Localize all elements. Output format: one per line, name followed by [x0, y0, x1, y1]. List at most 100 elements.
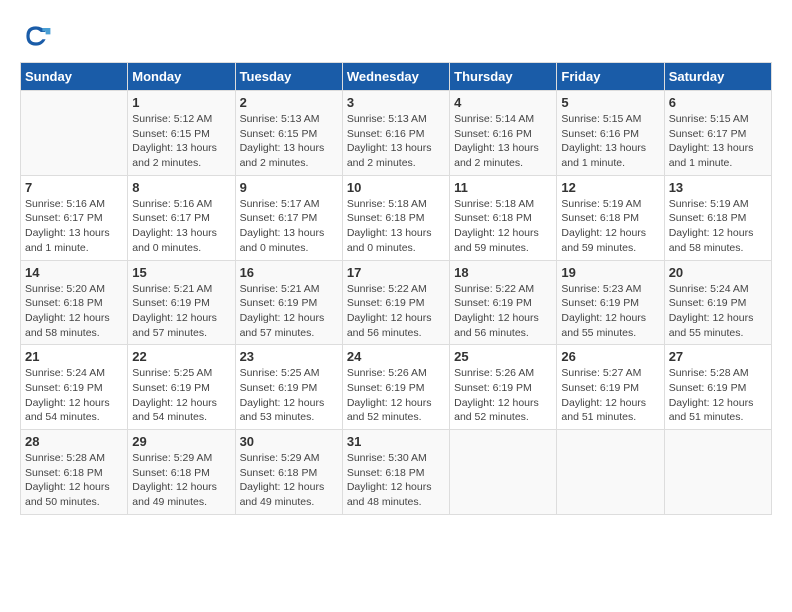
calendar-cell: 8 Sunrise: 5:16 AM Sunset: 6:17 PM Daylig…: [128, 175, 235, 260]
calendar-cell: 16Sunrise: 5:21 AM Sunset: 6:19 PM Dayli…: [235, 260, 342, 345]
day-info: Sunrise: 5:15 AM Sunset: 6:17 PM Dayligh…: [669, 112, 767, 171]
logo-icon: [20, 20, 52, 52]
calendar-cell: [664, 430, 771, 515]
day-number: 2: [240, 95, 338, 110]
day-number: 13: [669, 180, 767, 195]
day-number: 22: [132, 349, 230, 364]
day-number: 27: [669, 349, 767, 364]
day-number: 9: [240, 180, 338, 195]
day-info: Sunrise: 5:16 AM Sunset: 6:17 PM Dayligh…: [25, 197, 123, 256]
day-info: Sunrise: 5:30 AM Sunset: 6:18 PM Dayligh…: [347, 451, 445, 510]
day-number: 5: [561, 95, 659, 110]
calendar-cell: 23 Sunrise: 5:25 AM Sunset: 6:19 PM Dayli…: [235, 345, 342, 430]
calendar-cell: 27 Sunrise: 5:28 AM Sunset: 6:19 PM Dayli…: [664, 345, 771, 430]
day-info: Sunrise: 5:17 AM Sunset: 6:17 PM Dayligh…: [240, 197, 338, 256]
weekday-header: Wednesday: [342, 63, 449, 91]
day-info: Sunrise: 5:21 AM Sunset: 6:19 PM Dayligh…: [240, 282, 338, 341]
weekday-header: Thursday: [450, 63, 557, 91]
calendar-cell: 20 Sunrise: 5:24 AM Sunset: 6:19 PM Dayli…: [664, 260, 771, 345]
day-info: Sunrise: 5:21 AM Sunset: 6:19 PM Dayligh…: [132, 282, 230, 341]
day-number: 10: [347, 180, 445, 195]
day-number: 21: [25, 349, 123, 364]
weekday-header: Tuesday: [235, 63, 342, 91]
day-info: Sunrise: 5:23 AM Sunset: 6:19 PM Dayligh…: [561, 282, 659, 341]
weekday-row: SundayMondayTuesdayWednesdayThursdayFrid…: [21, 63, 772, 91]
day-info: Sunrise: 5:24 AM Sunset: 6:19 PM Dayligh…: [669, 282, 767, 341]
calendar-cell: 1 Sunrise: 5:12 AM Sunset: 6:15 PM Daylig…: [128, 91, 235, 176]
day-info: Sunrise: 5:13 AM Sunset: 6:16 PM Dayligh…: [347, 112, 445, 171]
day-info: Sunrise: 5:29 AM Sunset: 6:18 PM Dayligh…: [132, 451, 230, 510]
day-number: 19: [561, 265, 659, 280]
day-info: Sunrise: 5:18 AM Sunset: 6:18 PM Dayligh…: [347, 197, 445, 256]
day-info: Sunrise: 5:26 AM Sunset: 6:19 PM Dayligh…: [347, 366, 445, 425]
day-info: Sunrise: 5:19 AM Sunset: 6:18 PM Dayligh…: [561, 197, 659, 256]
calendar-week: 21Sunrise: 5:24 AM Sunset: 6:19 PM Dayli…: [21, 345, 772, 430]
day-info: Sunrise: 5:28 AM Sunset: 6:19 PM Dayligh…: [669, 366, 767, 425]
day-number: 31: [347, 434, 445, 449]
day-number: 29: [132, 434, 230, 449]
calendar-body: 1 Sunrise: 5:12 AM Sunset: 6:15 PM Daylig…: [21, 91, 772, 515]
day-info: Sunrise: 5:28 AM Sunset: 6:18 PM Dayligh…: [25, 451, 123, 510]
calendar-cell: 7Sunrise: 5:16 AM Sunset: 6:17 PM Daylig…: [21, 175, 128, 260]
calendar-cell: 5Sunrise: 5:15 AM Sunset: 6:16 PM Daylig…: [557, 91, 664, 176]
weekday-header: Monday: [128, 63, 235, 91]
day-info: Sunrise: 5:22 AM Sunset: 6:19 PM Dayligh…: [347, 282, 445, 341]
calendar-cell: [450, 430, 557, 515]
day-info: Sunrise: 5:25 AM Sunset: 6:19 PM Dayligh…: [240, 366, 338, 425]
calendar-cell: 13 Sunrise: 5:19 AM Sunset: 6:18 PM Dayli…: [664, 175, 771, 260]
day-info: Sunrise: 5:13 AM Sunset: 6:15 PM Dayligh…: [240, 112, 338, 171]
calendar-cell: 12 Sunrise: 5:19 AM Sunset: 6:18 PM Dayli…: [557, 175, 664, 260]
day-number: 25: [454, 349, 552, 364]
calendar-cell: 26 Sunrise: 5:27 AM Sunset: 6:19 PM Dayli…: [557, 345, 664, 430]
day-info: Sunrise: 5:27 AM Sunset: 6:19 PM Dayligh…: [561, 366, 659, 425]
calendar-cell: 10 Sunrise: 5:18 AM Sunset: 6:18 PM Dayli…: [342, 175, 449, 260]
calendar-cell: 2 Sunrise: 5:13 AM Sunset: 6:15 PM Daylig…: [235, 91, 342, 176]
logo: [20, 20, 56, 52]
day-number: 8: [132, 180, 230, 195]
weekday-header: Sunday: [21, 63, 128, 91]
calendar-header: SundayMondayTuesdayWednesdayThursdayFrid…: [21, 63, 772, 91]
day-info: Sunrise: 5:16 AM Sunset: 6:17 PM Dayligh…: [132, 197, 230, 256]
day-number: 1: [132, 95, 230, 110]
calendar-cell: 9 Sunrise: 5:17 AM Sunset: 6:17 PM Daylig…: [235, 175, 342, 260]
day-info: Sunrise: 5:18 AM Sunset: 6:18 PM Dayligh…: [454, 197, 552, 256]
calendar-cell: [557, 430, 664, 515]
day-number: 30: [240, 434, 338, 449]
calendar-cell: 14 Sunrise: 5:20 AM Sunset: 6:18 PM Dayli…: [21, 260, 128, 345]
calendar-cell: 17Sunrise: 5:22 AM Sunset: 6:19 PM Dayli…: [342, 260, 449, 345]
day-number: 24: [347, 349, 445, 364]
calendar-cell: 25 Sunrise: 5:26 AM Sunset: 6:19 PM Dayli…: [450, 345, 557, 430]
calendar-cell: 18 Sunrise: 5:22 AM Sunset: 6:19 PM Dayli…: [450, 260, 557, 345]
calendar-cell: 29 Sunrise: 5:29 AM Sunset: 6:18 PM Dayli…: [128, 430, 235, 515]
calendar-cell: 22Sunrise: 5:25 AM Sunset: 6:19 PM Dayli…: [128, 345, 235, 430]
weekday-header: Saturday: [664, 63, 771, 91]
day-info: Sunrise: 5:22 AM Sunset: 6:19 PM Dayligh…: [454, 282, 552, 341]
calendar-cell: 19 Sunrise: 5:23 AM Sunset: 6:19 PM Dayli…: [557, 260, 664, 345]
day-number: 23: [240, 349, 338, 364]
day-number: 4: [454, 95, 552, 110]
day-number: 26: [561, 349, 659, 364]
calendar-cell: 3 Sunrise: 5:13 AM Sunset: 6:16 PM Daylig…: [342, 91, 449, 176]
day-info: Sunrise: 5:14 AM Sunset: 6:16 PM Dayligh…: [454, 112, 552, 171]
calendar-cell: 6 Sunrise: 5:15 AM Sunset: 6:17 PM Daylig…: [664, 91, 771, 176]
calendar-cell: 11Sunrise: 5:18 AM Sunset: 6:18 PM Dayli…: [450, 175, 557, 260]
calendar-week: 1 Sunrise: 5:12 AM Sunset: 6:15 PM Daylig…: [21, 91, 772, 176]
day-info: Sunrise: 5:20 AM Sunset: 6:18 PM Dayligh…: [25, 282, 123, 341]
day-number: 18: [454, 265, 552, 280]
calendar-cell: 30Sunrise: 5:29 AM Sunset: 6:18 PM Dayli…: [235, 430, 342, 515]
calendar-cell: 21Sunrise: 5:24 AM Sunset: 6:19 PM Dayli…: [21, 345, 128, 430]
calendar-cell: 28Sunrise: 5:28 AM Sunset: 6:18 PM Dayli…: [21, 430, 128, 515]
calendar-week: 14 Sunrise: 5:20 AM Sunset: 6:18 PM Dayli…: [21, 260, 772, 345]
day-info: Sunrise: 5:26 AM Sunset: 6:19 PM Dayligh…: [454, 366, 552, 425]
calendar-cell: 24 Sunrise: 5:26 AM Sunset: 6:19 PM Dayli…: [342, 345, 449, 430]
calendar-week: 28Sunrise: 5:28 AM Sunset: 6:18 PM Dayli…: [21, 430, 772, 515]
day-number: 6: [669, 95, 767, 110]
calendar-cell: 4 Sunrise: 5:14 AM Sunset: 6:16 PM Daylig…: [450, 91, 557, 176]
day-number: 20: [669, 265, 767, 280]
day-info: Sunrise: 5:12 AM Sunset: 6:15 PM Dayligh…: [132, 112, 230, 171]
day-number: 12: [561, 180, 659, 195]
calendar-week: 7Sunrise: 5:16 AM Sunset: 6:17 PM Daylig…: [21, 175, 772, 260]
day-number: 14: [25, 265, 123, 280]
day-info: Sunrise: 5:19 AM Sunset: 6:18 PM Dayligh…: [669, 197, 767, 256]
day-number: 3: [347, 95, 445, 110]
